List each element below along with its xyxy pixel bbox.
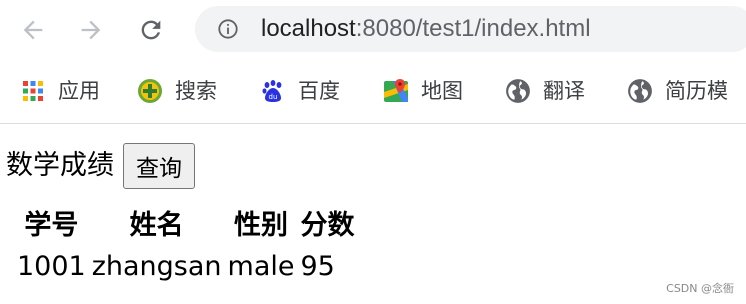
- forward-button[interactable]: [74, 13, 108, 47]
- maps-pin-icon: [383, 78, 409, 104]
- apps-grid-icon: [20, 78, 46, 104]
- browser-toolbar: localhost:8080/test1/index.html: [0, 0, 746, 58]
- header-gender: 性别: [234, 209, 289, 241]
- bookmark-label: 地图: [421, 79, 463, 103]
- bookmark-baidu[interactable]: du 百度: [260, 76, 340, 106]
- page-title: 数学成绩: [6, 150, 114, 181]
- cell-student-id: 1001: [17, 250, 86, 282]
- bookmark-resume[interactable]: 简历模: [627, 76, 728, 106]
- back-arrow-icon: [23, 20, 43, 40]
- info-icon[interactable]: [217, 18, 239, 40]
- cell-gender: male: [227, 250, 295, 282]
- browser-chrome: localhost:8080/test1/index.html 应用 搜索 du…: [0, 0, 746, 124]
- header-name: 姓名: [129, 209, 184, 241]
- reload-icon: [141, 20, 161, 40]
- baidu-paw-icon: du: [260, 78, 286, 104]
- url-path: :8080/test1/index.html: [355, 15, 591, 42]
- bookmark-apps[interactable]: 应用: [20, 76, 100, 106]
- query-button[interactable]: 查询: [123, 143, 195, 189]
- bookmark-label: 翻译: [543, 79, 585, 103]
- address-bar[interactable]: localhost:8080/test1/index.html: [195, 6, 746, 52]
- bookmark-label: 简历模: [665, 79, 728, 103]
- bookmark-search[interactable]: 搜索: [137, 76, 217, 106]
- page-content: 数学成绩 查询 学号 姓名 性别 分数 1001 zhangsan male 9…: [0, 124, 746, 304]
- header-student-id: 学号: [24, 209, 79, 241]
- globe-icon: [627, 78, 653, 104]
- score-table: 学号 姓名 性别 分数 1001 zhangsan male 95: [11, 198, 361, 290]
- svg-text:du: du: [269, 93, 278, 101]
- reload-button[interactable]: [134, 13, 168, 47]
- bookmark-label: 搜索: [175, 79, 217, 103]
- forward-arrow-icon: [81, 20, 101, 40]
- cell-score: 95: [300, 250, 335, 282]
- query-row: 数学成绩 查询: [6, 142, 195, 190]
- back-button[interactable]: [16, 13, 50, 47]
- bookmark-maps[interactable]: 地图: [383, 76, 463, 106]
- url-host: localhost: [261, 15, 356, 42]
- table-header-row: 学号 姓名 性别 分数: [17, 202, 355, 242]
- globe-icon: [505, 78, 531, 104]
- search-plus-icon: [137, 78, 163, 104]
- bookmark-translate[interactable]: 翻译: [505, 76, 585, 106]
- header-score: 分数: [300, 209, 355, 241]
- cell-name: zhangsan: [91, 250, 222, 282]
- bookmark-label: 应用: [58, 79, 100, 103]
- watermark: CSDN @念衙: [666, 282, 734, 295]
- bookmark-label: 百度: [298, 79, 340, 103]
- table-row: 1001 zhangsan male 95: [17, 246, 355, 286]
- bookmarks-bar: 应用 搜索 du 百度 地图 翻译 简历模: [0, 66, 746, 116]
- url-text[interactable]: localhost:8080/test1/index.html: [261, 15, 591, 43]
